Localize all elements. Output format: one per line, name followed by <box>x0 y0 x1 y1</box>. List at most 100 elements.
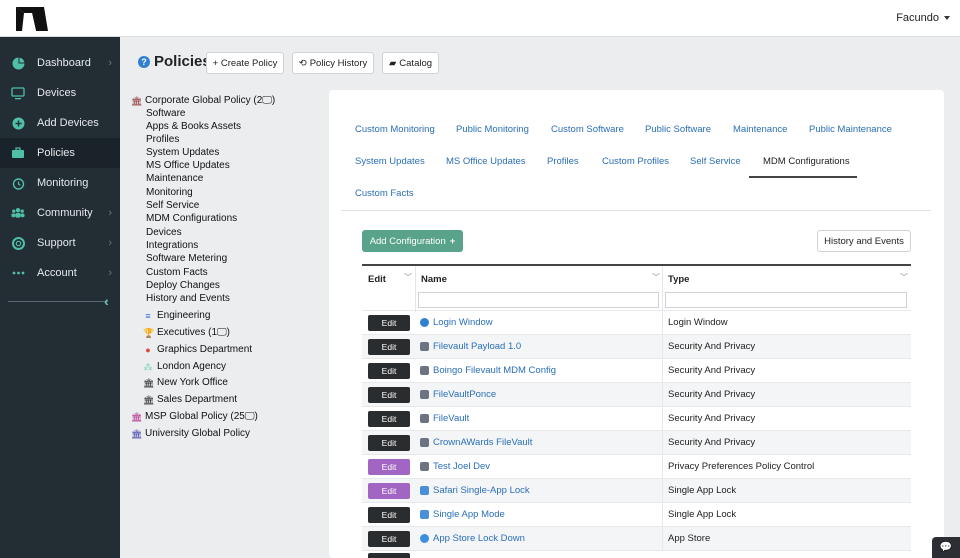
tree-section[interactable]: Software Metering <box>146 253 227 264</box>
tree-section[interactable]: Apps & Books Assets <box>146 121 241 132</box>
edit-button[interactable]: Edit <box>368 483 410 499</box>
table-row[interactable]: Edit App Store Lock Down App Store <box>362 526 911 551</box>
configuration-name-link[interactable]: Single App Mode <box>420 509 505 520</box>
tree-section[interactable]: MDM Configurations <box>146 213 237 224</box>
configuration-name-link[interactable]: Safari Single-App Lock <box>420 485 530 496</box>
help-icon[interactable]: ? <box>138 55 150 68</box>
sidebar-item-dashboard[interactable]: Dashboard › <box>0 48 120 78</box>
tab-custom-facts[interactable]: Custom Facts <box>355 188 414 199</box>
table-row[interactable] <box>362 550 911 558</box>
sidebar-item-account[interactable]: Account › <box>0 258 120 288</box>
sidebar-item-policies[interactable]: Policies <box>0 138 120 168</box>
sidebar-item-community[interactable]: Community › <box>0 198 120 228</box>
tree-section[interactable]: History and Events <box>146 293 230 304</box>
tree-section[interactable]: Custom Facts <box>146 267 208 278</box>
table-row[interactable]: Edit Login Window Login Window <box>362 310 911 335</box>
table-row[interactable]: Edit CrownAWards FileVault Security And … <box>362 430 911 455</box>
configuration-name: CrownAWards FileVault <box>433 437 533 448</box>
sidebar-item-support[interactable]: Support › <box>0 228 120 258</box>
configuration-name-link[interactable]: App Store Lock Down <box>420 533 525 544</box>
tree-section[interactable]: Software <box>146 108 185 119</box>
tab-custom-profiles[interactable]: Custom Profiles <box>602 156 669 167</box>
history-and-events-button[interactable]: History and Events <box>817 230 911 252</box>
tab-public-software[interactable]: Public Software <box>645 124 711 135</box>
chevron-down-icon[interactable]: ﹀ <box>900 272 908 283</box>
add-configuration-button[interactable]: Add Configuration + <box>362 230 463 252</box>
table-row[interactable]: Edit FileVaultPonce Security And Privacy <box>362 382 911 407</box>
tree-item-sales-department[interactable]: 🏛 Sales Department <box>143 394 237 405</box>
edit-button[interactable]: Edit <box>368 459 410 475</box>
dots-icon <box>11 266 25 280</box>
table-row[interactable]: Edit Filevault Payload 1.0 Security And … <box>362 334 911 359</box>
edit-button[interactable]: Edit <box>368 411 410 427</box>
create-policy-button[interactable]: + Create Policy <box>206 52 284 74</box>
configuration-name-link[interactable]: Login Window <box>420 317 493 328</box>
configuration-name-link[interactable]: FileVaultPonce <box>420 389 496 400</box>
tree-section[interactable]: System Updates <box>146 147 219 158</box>
sidebar-item-add-devices[interactable]: Add Devices <box>0 108 120 138</box>
column-header-edit[interactable]: Edit <box>368 274 386 285</box>
tree-section[interactable]: Self Service <box>146 200 199 211</box>
sidebar-item-devices[interactable]: Devices <box>0 78 120 108</box>
table-row[interactable]: Edit FileVault Security And Privacy <box>362 406 911 431</box>
tree-section[interactable]: Profiles <box>146 134 179 145</box>
chat-icon[interactable]: 💬 <box>932 537 960 558</box>
collapse-sidebar-icon[interactable]: ‹ <box>104 293 109 309</box>
tree-item-university-global-policy[interactable]: 🏛 University Global Policy <box>131 428 250 439</box>
tree-item-graphics-department[interactable]: ● Graphics Department <box>143 344 252 355</box>
user-menu[interactable]: Facundo <box>896 12 950 24</box>
tab-self-service[interactable]: Self Service <box>690 156 741 167</box>
sidebar-item-label: Devices <box>37 87 77 99</box>
name-filter-input[interactable] <box>418 292 659 308</box>
edit-button[interactable]: Edit <box>368 531 410 547</box>
tab-custom-monitoring[interactable]: Custom Monitoring <box>355 124 435 135</box>
edit-button[interactable]: Edit <box>368 387 410 403</box>
tree-item-msp-global-policy[interactable]: 🏛 MSP Global Policy (25🖵) <box>131 411 258 422</box>
tab-public-monitoring[interactable]: Public Monitoring <box>456 124 529 135</box>
edit-button[interactable]: Edit <box>368 363 410 379</box>
tree-section[interactable]: Monitoring <box>146 187 193 198</box>
tree-item-engineering[interactable]: ≡ Engineering <box>143 310 210 321</box>
tab-maintenance[interactable]: Maintenance <box>733 124 787 135</box>
configuration-type: Security And Privacy <box>668 389 756 400</box>
type-filter-input[interactable] <box>665 292 907 308</box>
tab-mdm-configurations[interactable]: MDM Configurations <box>763 156 850 167</box>
tree-item-new-york-office[interactable]: 🏛 New York Office <box>143 377 228 388</box>
table-row[interactable]: Edit Test Joel Dev Privacy Preferences P… <box>362 454 911 479</box>
brand-logo-icon[interactable] <box>14 5 50 33</box>
tab-public-maintenance[interactable]: Public Maintenance <box>809 124 892 135</box>
tree-item-executives[interactable]: 🏆 Executives (1🖵) <box>143 327 230 338</box>
tree-item-london-agency[interactable]: ⁂ London Agency <box>143 361 226 372</box>
table-row[interactable]: Edit Safari Single-App Lock Single App L… <box>362 478 911 503</box>
policy-history-button[interactable]: ⟲ Policy History <box>292 52 374 74</box>
chevron-down-icon[interactable]: ﹀ <box>652 272 660 283</box>
users-icon: ⁂ <box>143 361 153 372</box>
tree-section[interactable]: Deploy Changes <box>146 280 220 291</box>
tree-item-corporate-global-policy[interactable]: 🏛 Corporate Global Policy (2🖵) <box>131 95 275 106</box>
edit-button[interactable]: Edit <box>368 315 410 331</box>
configuration-name-link[interactable]: Test Joel Dev <box>420 461 490 472</box>
tree-section[interactable]: Devices <box>146 227 182 238</box>
table-row[interactable]: Edit Boingo Filevault MDM Config Securit… <box>362 358 911 383</box>
tree-section[interactable]: MS Office Updates <box>146 160 230 171</box>
edit-button[interactable]: Edit <box>368 339 410 355</box>
edit-button[interactable] <box>368 553 410 558</box>
tab-custom-software[interactable]: Custom Software <box>551 124 624 135</box>
column-header-type[interactable]: Type <box>668 274 689 285</box>
edit-button[interactable]: Edit <box>368 435 410 451</box>
tree-section[interactable]: Integrations <box>146 240 198 251</box>
tab-ms-office-updates[interactable]: MS Office Updates <box>446 156 526 167</box>
catalog-button[interactable]: ▰ Catalog <box>382 52 439 74</box>
sidebar-item-monitoring[interactable]: Monitoring <box>0 168 120 198</box>
configuration-name-link[interactable]: CrownAWards FileVault <box>420 437 532 448</box>
configuration-name-link[interactable]: Filevault Payload 1.0 <box>420 341 521 352</box>
tab-system-updates[interactable]: System Updates <box>355 156 425 167</box>
edit-button[interactable]: Edit <box>368 507 410 523</box>
tab-profiles[interactable]: Profiles <box>547 156 579 167</box>
configuration-name-link[interactable]: Boingo Filevault MDM Config <box>420 365 556 376</box>
configuration-name-link[interactable]: FileVault <box>420 413 469 424</box>
chevron-down-icon[interactable]: ﹀ <box>404 272 412 283</box>
tree-section[interactable]: Maintenance <box>146 173 203 184</box>
column-header-name[interactable]: Name <box>421 274 447 285</box>
table-row[interactable]: Edit Single App Mode Single App Lock <box>362 502 911 527</box>
